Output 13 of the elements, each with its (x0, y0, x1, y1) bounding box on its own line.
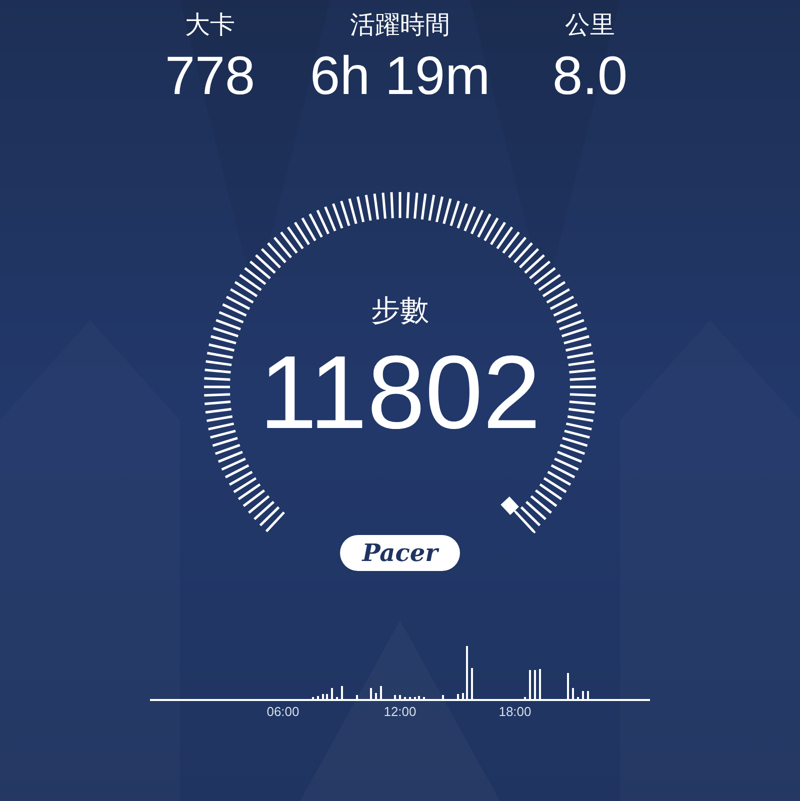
stat-value: 6h 19m (310, 45, 490, 108)
steps-count: 11802 (259, 343, 541, 443)
stat-value: 778 (164, 45, 256, 108)
stat-value: 8.0 (552, 45, 628, 108)
progress-marker (500, 496, 536, 534)
stat-label: 公里 (565, 10, 615, 41)
steps-label: 步數 (371, 294, 429, 329)
stat-label: 活躍時間 (350, 10, 450, 41)
pacer-logo: Pacer (340, 535, 460, 571)
stat-label: 大卡 (185, 10, 235, 41)
time-label: 18:00 (498, 704, 532, 719)
time-label: 12:00 (384, 704, 416, 719)
time-label: 06:00 (266, 704, 300, 719)
